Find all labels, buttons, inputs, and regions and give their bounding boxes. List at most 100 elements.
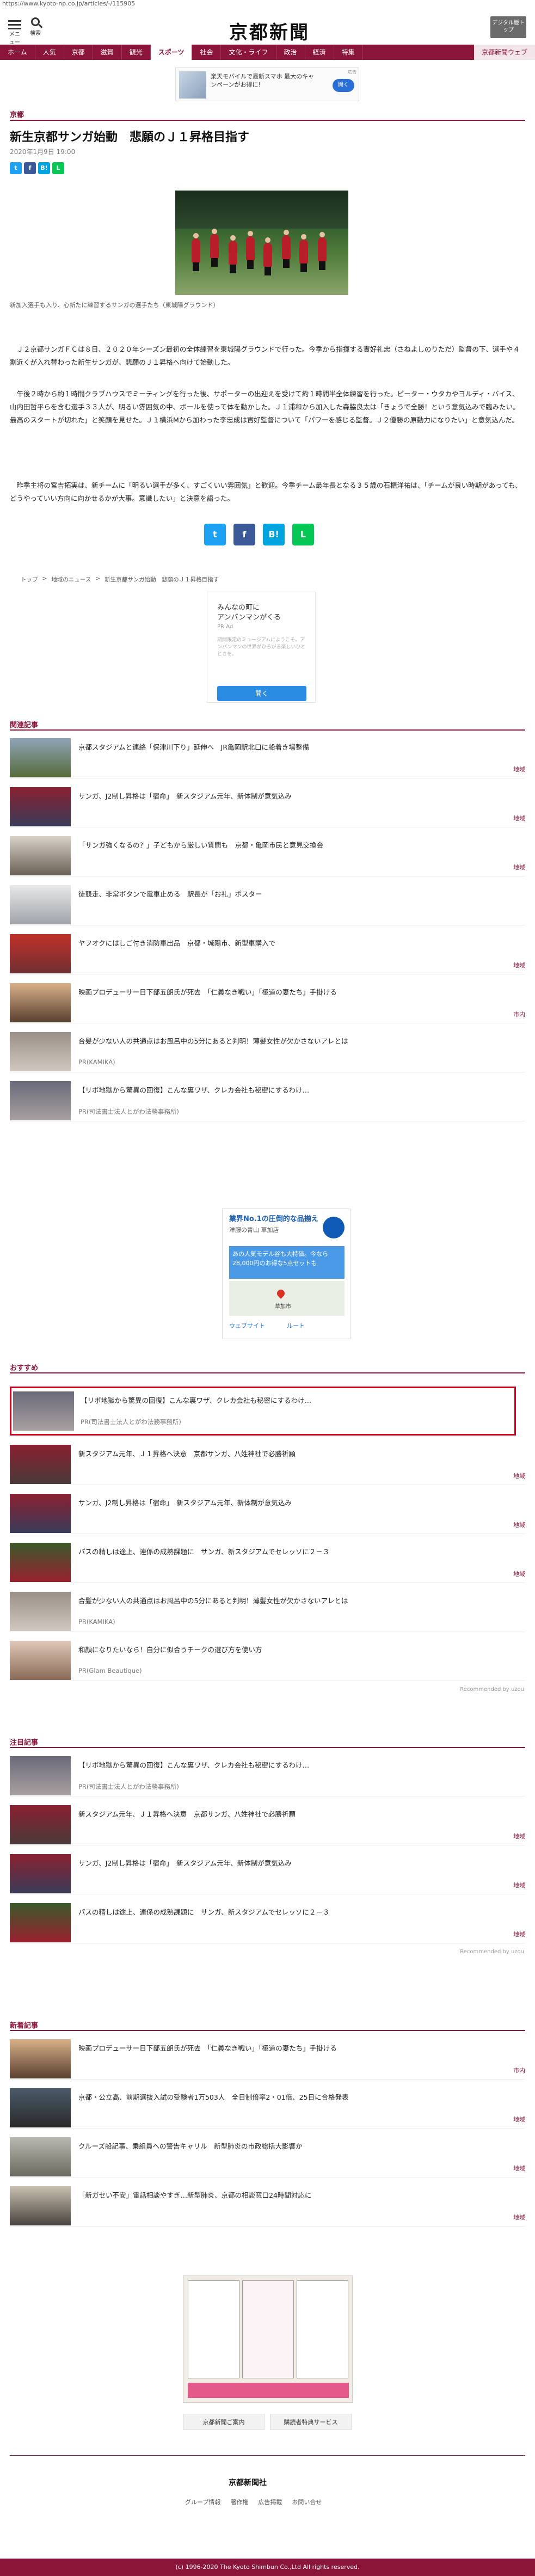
copyright: (c) 1996-2020 The Kyoto Shimbun Co.,Ltd … xyxy=(0,2559,535,2576)
facebook-share-icon[interactable]: f xyxy=(233,524,255,545)
footer-links: グループ情報 著作権 広告掲載 お問い合せ xyxy=(185,2498,322,2506)
nav-item-popular[interactable]: 人気 xyxy=(35,45,64,60)
mid-ad[interactable]: みんなの町に アンパンマンがくる PR Ad 期間限定のミュージアムにようこそ。… xyxy=(207,592,316,703)
related-ad-item[interactable]: 合髪が少ない人の共通点はお風呂中の5分にあると判明！薄髪女性が欠かさないアレとは… xyxy=(10,1029,525,1072)
recommend-ad-item[interactable]: 【リボ地獄から驚異の回復】こんな裏ワザ、クレカ会社も秘密にするわけ… PR(司法書… xyxy=(12,1388,515,1432)
thumbnail xyxy=(10,1756,71,1795)
related-item[interactable]: 「サンガ強くなるの？」子どもから厳しい質問も 京都・亀岡市民と意見交換会 地域 xyxy=(10,833,525,876)
related-item[interactable]: サンガ、J2制し昇格は「宿命」 新スタジアム元年、新体制が意気込み 地域 xyxy=(10,784,525,827)
attention-ad-item[interactable]: 【リボ地獄から驚異の回復】こんな裏ワザ、クレカ会社も秘密にするわけ… PR(司法書… xyxy=(10,1753,525,1796)
latest-item[interactable]: 映画プロデューサー日下部五朗氏が死去 「仁義なき戦い」「極道の妻たち」手掛ける市… xyxy=(10,2036,525,2080)
nav-item-society[interactable]: 社会 xyxy=(192,45,222,60)
top-ad-banner[interactable]: 楽天モバイルで最新スマホ 最大のキャンペーンがお得に! 開く 広告 xyxy=(175,68,359,101)
item-title[interactable]: 「新ガセい不安」電話相談やすぎ…新型肺炎、京都の相談窓口24時間対応に xyxy=(78,2191,514,2200)
related-ad-item[interactable]: 【リボ地獄から驚異の回復】こんな裏ワザ、クレカ会社も秘密にするわけ… PR(司法書… xyxy=(10,1078,525,1121)
item-title[interactable]: 【リボ地獄から驚異の回復】こんな裏ワザ、クレカ会社も秘密にするわけ… xyxy=(81,1396,516,1406)
latest-item[interactable]: クルーズ船記事、乗組員への警告キャリル 新型肺炎の市政総括大影響か 地域 xyxy=(10,2134,525,2178)
corp-logo[interactable]: 京都新聞社 xyxy=(229,2477,267,2488)
item-title[interactable]: パスの精しは途上、連係の成熟課題に サンガ、新スタジアムでセレッソに２－３ xyxy=(78,1547,514,1557)
item-title[interactable]: 合髪が少ない人の共通点はお風呂中の5分にあると判明！薄髪女性が欠かさないアレとは xyxy=(78,1036,514,1046)
manga-ad[interactable] xyxy=(183,2276,353,2403)
guide-button[interactable]: 京都新聞ご案内 xyxy=(183,2414,265,2430)
nav-item-shiga[interactable]: 滋賀 xyxy=(93,45,122,60)
footer-link[interactable]: 広告掲載 xyxy=(258,2498,282,2506)
attention-item[interactable]: パスの精しは途上、連係の成熟課題に サンガ、新スタジアムでセレッソに２－３ 地域 xyxy=(10,1900,525,1943)
related-item[interactable]: 徒競走、非常ボタンで電車止める 駅長が「お礼」ポスター xyxy=(10,882,525,925)
footer-link[interactable]: お問い合せ xyxy=(292,2498,322,2506)
latest-item[interactable]: 「新ガセい不安」電話相談やすぎ…新型肺炎、京都の相談窓口24時間対応に 地域 xyxy=(10,2183,525,2227)
ad-open-button[interactable]: 開く xyxy=(217,686,306,701)
item-title[interactable]: 京都スタジアムと連絡「保津川下り」延伸へ JR亀岡駅北口に船着き場整備 xyxy=(78,743,514,752)
search-button[interactable]: 検索 xyxy=(27,17,44,36)
nav-item-sports[interactable]: スポーツ xyxy=(150,45,193,60)
ad-open-button[interactable]: 開く xyxy=(333,79,354,92)
related-item[interactable]: ヤフオクにはしご付き消防車出品 京都・城陽市、新型車購入で 地域 xyxy=(10,931,525,974)
item-title[interactable]: サンガ、J2制し昇格は「宿命」 新スタジアム元年、新体制が意気込み xyxy=(78,1498,514,1508)
breadcrumb-item[interactable]: 地域のニュース xyxy=(51,575,91,584)
attention-item[interactable]: 新スタジアム元年、Ｊ１昇格へ決意 京都サンガ、八姓神社で必勝祈願 地域 xyxy=(10,1802,525,1845)
hatena-share-icon[interactable]: B! xyxy=(263,524,285,545)
nav-item-special[interactable]: 特集 xyxy=(334,45,363,60)
item-title[interactable]: 新スタジアム元年、Ｊ１昇格へ決意 京都サンガ、八姓神社で必勝祈願 xyxy=(78,1449,514,1459)
nav-item-home[interactable]: ホーム xyxy=(0,45,35,60)
recommend-ad-item[interactable]: 合髪が少ない人の共通点はお風呂中の5分にあると判明！薄髪女性が欠かさないアレとは… xyxy=(10,1588,525,1632)
item-title[interactable]: 和顔になりたいなら！自分に似合うチークの選び方を使い方 xyxy=(78,1645,514,1655)
item-title[interactable]: ヤフオクにはしご付き消防車出品 京都・城陽市、新型車購入で xyxy=(78,939,514,948)
route-button[interactable]: ルート xyxy=(287,1321,305,1330)
breadcrumb-item[interactable]: トップ xyxy=(21,575,38,584)
nav-item-tourism[interactable]: 観光 xyxy=(122,45,151,60)
attention-item[interactable]: サンガ、J2制し昇格は「宿命」 新スタジアム元年、新体制が意気込み 地域 xyxy=(10,1851,525,1894)
recommend-ad-item[interactable]: 和顔になりたいなら！自分に似合うチークの選び方を使い方 PR(Glam Beaut… xyxy=(10,1637,525,1681)
item-title[interactable]: 「サンガ強くなるの？」子どもから厳しい質問も 京都・亀岡市民と意見交換会 xyxy=(78,841,514,850)
nav-item-culture[interactable]: 文化・ライフ xyxy=(221,45,276,60)
footer-link[interactable]: グループ情報 xyxy=(185,2498,220,2506)
map-thumbnail[interactable] xyxy=(229,1281,345,1316)
benefit-button[interactable]: 購読者特典サービス xyxy=(270,2414,352,2430)
related-item[interactable]: 京都スタジアムと連絡「保津川下り」延伸へ JR亀岡駅北口に船着き場整備 地域 xyxy=(10,735,525,778)
item-title[interactable]: 京都・公立高、前期選抜入試の受験者1万503人 全日制倍率2・01倍、25日に合… xyxy=(78,2093,514,2102)
nav-item-politics[interactable]: 政治 xyxy=(276,45,305,60)
item-title[interactable]: 【リボ地獄から驚異の回復】こんな裏ワザ、クレカ会社も秘密にするわけ… xyxy=(78,1085,514,1095)
menu-button[interactable]: メニュー xyxy=(8,19,22,46)
url-bar[interactable]: https://www.kyoto-np.co.jp/articles/-/11… xyxy=(0,0,535,9)
twitter-share-icon[interactable]: t xyxy=(10,162,22,174)
latest-item[interactable]: 京都・公立高、前期選抜入試の受験者1万503人 全日制倍率2・01倍、25日に合… xyxy=(10,2085,525,2129)
item-title[interactable]: 映画プロデューサー日下部五朗氏が死去 「仁義なき戦い」「極道の妻たち」手掛ける xyxy=(78,988,514,997)
thumbnail xyxy=(10,1543,71,1582)
line-share-icon[interactable]: L xyxy=(292,524,314,545)
item-title[interactable]: 合髪が少ない人の共通点はお風呂中の5分にあると判明！薄髪女性が欠かさないアレとは xyxy=(78,1596,514,1606)
latest-label: 新着記事 xyxy=(10,2022,39,2030)
related-item[interactable]: 映画プロデューサー日下部五朗氏が死去 「仁義なき戦い」「極道の妻たち」手掛ける市… xyxy=(10,980,525,1023)
item-title[interactable]: パスの精しは途上、連係の成熟課題に サンガ、新スタジアムでセレッソに２－３ xyxy=(78,1908,514,1917)
item-title[interactable]: サンガ、J2制し昇格は「宿命」 新スタジアム元年、新体制が意気込み xyxy=(78,1859,514,1868)
item-title[interactable]: 映画プロデューサー日下部五朗氏が死去 「仁義なき戦い」「極道の妻たち」手掛ける xyxy=(78,2044,514,2053)
article-section[interactable]: 京都 xyxy=(10,109,24,119)
line-share-icon[interactable]: L xyxy=(52,162,64,174)
recommend-powered-by[interactable]: Recommended by uzou xyxy=(460,1686,524,1692)
twitter-share-icon[interactable]: t xyxy=(204,524,226,545)
footer-link[interactable]: 著作権 xyxy=(230,2498,248,2506)
item-title[interactable]: クルーズ船記事、乗組員への警告キャリル 新型肺炎の市政総括大影響か xyxy=(78,2142,514,2151)
map-ad[interactable]: 業界No.1の圧倒的な品揃え 洋服の青山 草加店 あの人気モデル谷も大特価。今な… xyxy=(222,1209,350,1339)
nav-item-economy[interactable]: 経済 xyxy=(305,45,334,60)
recommend-item[interactable]: 新スタジアム元年、Ｊ１昇格へ決意 京都サンガ、八姓神社で必勝祈願 地域 xyxy=(10,1442,525,1485)
ad-title: 業界No.1の圧倒的な品揃え xyxy=(229,1215,318,1223)
item-title[interactable]: 【リボ地獄から驚異の回復】こんな裏ワザ、クレカ会社も秘密にするわけ… xyxy=(78,1761,514,1770)
thumbnail xyxy=(10,2039,71,2078)
nav-item-web[interactable]: 京都新聞ウェブ xyxy=(473,45,535,60)
recommend-item[interactable]: サンガ、J2制し昇格は「宿命」 新スタジアム元年、新体制が意気込み 地域 xyxy=(10,1491,525,1534)
recommend-item[interactable]: パスの精しは途上、連係の成熟課題に サンガ、新スタジアムでセレッソに２－３ 地域 xyxy=(10,1540,525,1583)
item-title[interactable]: 徒競走、非常ボタンで電車止める 駅長が「お礼」ポスター xyxy=(78,890,514,899)
website-button[interactable]: ウェブサイト xyxy=(229,1321,265,1330)
digital-top-button[interactable]: デジタル版トップ xyxy=(490,16,526,38)
facebook-share-icon[interactable]: f xyxy=(24,162,36,174)
map-place: 草加市 xyxy=(275,1304,291,1310)
hatena-share-icon[interactable]: B! xyxy=(38,162,50,174)
item-title[interactable]: 新スタジアム元年、Ｊ１昇格へ決意 京都サンガ、八姓神社で必勝祈願 xyxy=(78,1810,514,1819)
attention-powered-by[interactable]: Recommended by uzou xyxy=(460,1949,524,1955)
item-title[interactable]: サンガ、J2制し昇格は「宿命」 新スタジアム元年、新体制が意気込み xyxy=(78,792,514,801)
thumbnail xyxy=(10,1445,71,1484)
nav-item-kyoto[interactable]: 京都 xyxy=(64,45,93,60)
thumbnail xyxy=(10,1032,71,1071)
site-logo[interactable]: 京都新聞 xyxy=(207,17,332,44)
